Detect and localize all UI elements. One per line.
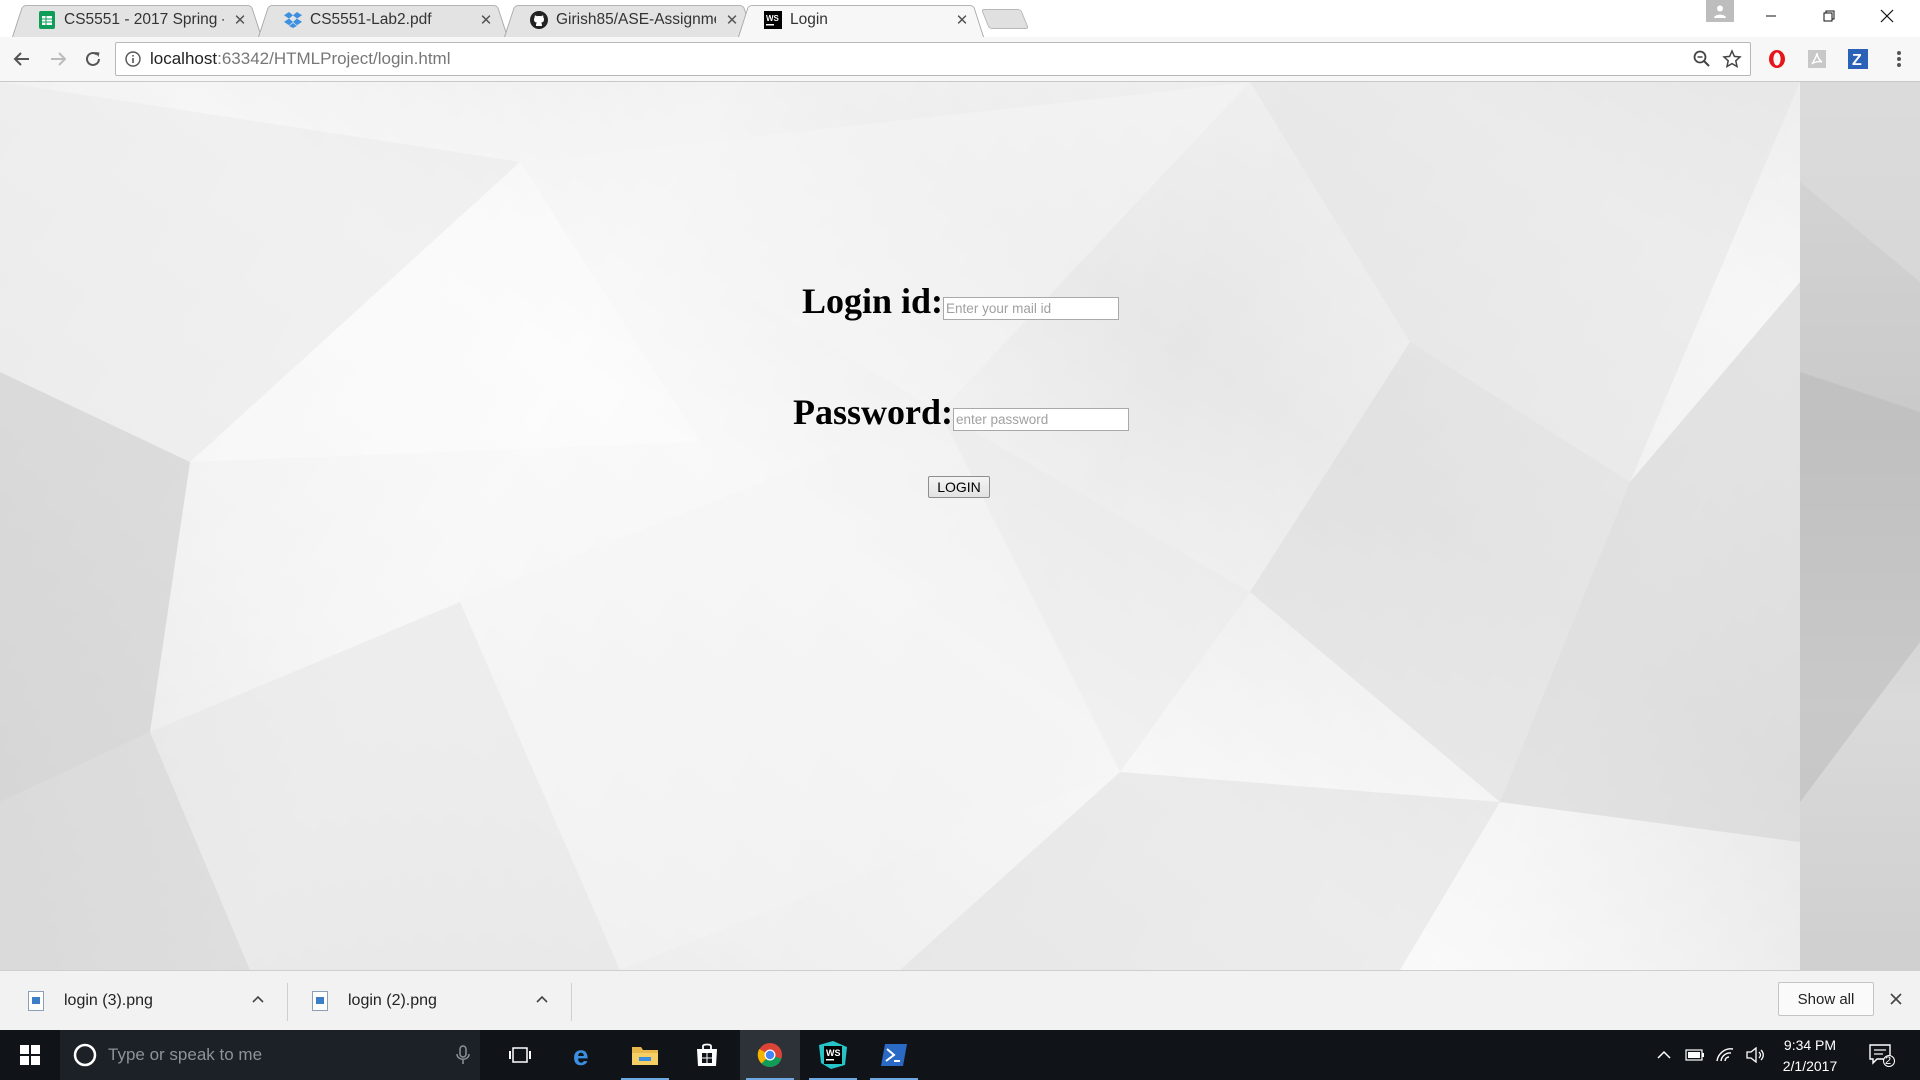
sheets-icon (38, 10, 56, 29)
chevron-up-icon[interactable] (534, 991, 550, 1007)
svg-text:WS: WS (766, 14, 780, 23)
close-window-icon[interactable] (1858, 0, 1916, 32)
password-row: Password: (793, 391, 1129, 433)
tab-github[interactable]: Girish85/ASE-Assignmen ✕ (504, 2, 754, 38)
tab-dropbox[interactable]: CS5551-Lab2.pdf ✕ (258, 2, 508, 38)
search-placeholder: Type or speak to me (108, 1045, 263, 1064)
file-explorer-icon[interactable] (615, 1030, 675, 1080)
powershell-icon[interactable] (864, 1030, 924, 1080)
shelf-divider (571, 983, 572, 1021)
edge-browser-icon[interactable]: e (554, 1030, 614, 1080)
profile-icon[interactable] (1706, 0, 1734, 22)
menu-kebab-icon[interactable] (1888, 48, 1910, 70)
polygon-background (0, 82, 1800, 970)
cortana-search-box[interactable]: Type or speak to me (60, 1030, 480, 1080)
svg-text:WS: WS (826, 1048, 841, 1058)
svg-text:Z: Z (1852, 52, 1862, 69)
close-tab-icon[interactable]: ✕ (724, 12, 740, 29)
github-icon (530, 10, 548, 29)
new-tab-button[interactable] (980, 9, 1030, 29)
login-id-row: Login id: (802, 280, 1120, 322)
download-filename: login (2).png (348, 992, 437, 1009)
tab-title: Login (790, 10, 828, 28)
reload-icon[interactable] (79, 45, 107, 73)
system-clock[interactable]: 9:34 PM 2/1/2017 (1765, 1035, 1855, 1077)
webstorm-icon: WS (764, 10, 782, 29)
windows-start-icon[interactable] (0, 1030, 60, 1080)
page-viewport: Login id: Password: LOGIN (0, 82, 1920, 970)
browser-toolbar: localhost:63342/HTMLProject/login.html Z (0, 37, 1920, 82)
login-id-input[interactable] (943, 297, 1120, 320)
url-host: localhost (150, 49, 218, 68)
info-icon[interactable] (116, 51, 150, 67)
windows-taskbar: Type or speak to me e WS 9:34 PM 2/1/201… (0, 1030, 1920, 1080)
minimize-icon[interactable] (1742, 0, 1800, 32)
clock-date: 2/1/2017 (1782, 1058, 1838, 1074)
chrome-taskbar-icon[interactable] (740, 1030, 800, 1080)
tab-title: CS5551 - 2017 Spring - G (64, 10, 224, 28)
notification-count: 2 (1885, 1055, 1892, 1067)
webstorm-taskbar-icon[interactable]: WS (803, 1030, 863, 1080)
url-text[interactable]: localhost:63342/HTMLProject/login.html (150, 49, 451, 69)
microphone-icon[interactable] (456, 1045, 470, 1070)
close-tab-icon[interactable]: ✕ (478, 12, 494, 29)
address-bar[interactable]: localhost:63342/HTMLProject/login.html (115, 42, 1751, 76)
back-arrow-icon[interactable] (8, 45, 36, 73)
tab-strip: CS5551 - 2017 Spring - G ✕ CS5551-Lab2.p… (0, 0, 1920, 38)
wifi-icon[interactable] (1712, 1030, 1738, 1080)
image-file-icon (312, 991, 328, 1011)
cortana-circle-icon (72, 1042, 98, 1068)
acrobat-icon[interactable] (1806, 48, 1828, 70)
download-item[interactable]: login (2).png (312, 971, 552, 1031)
show-hidden-icons-chevron[interactable] (1652, 1030, 1676, 1080)
task-view-icon[interactable] (490, 1030, 550, 1080)
password-label: Password: (793, 392, 953, 432)
page-right-edge (1800, 82, 1920, 970)
login-id-label: Login id: (802, 281, 944, 321)
bookmark-star-icon[interactable] (1722, 49, 1742, 74)
image-file-icon (28, 991, 44, 1011)
svg-text:e: e (573, 1042, 589, 1068)
forward-arrow-icon[interactable] (44, 45, 72, 73)
zotero-icon[interactable]: Z (1847, 48, 1869, 70)
login-button[interactable]: LOGIN (928, 476, 990, 498)
password-input[interactable] (953, 408, 1129, 431)
url-path: :63342/HTMLProject/login.html (217, 49, 451, 68)
download-filename: login (3).png (64, 992, 153, 1009)
close-shelf-icon[interactable] (1886, 989, 1906, 1009)
action-center-icon[interactable]: 2 (1862, 1030, 1902, 1080)
close-tab-icon[interactable]: ✕ (232, 12, 248, 29)
store-icon[interactable] (677, 1030, 737, 1080)
opera-icon[interactable] (1766, 48, 1788, 70)
shelf-divider (287, 983, 288, 1021)
show-all-button[interactable]: Show all (1778, 982, 1874, 1016)
tab-sheets[interactable]: CS5551 - 2017 Spring - G ✕ (12, 2, 262, 38)
download-shelf: login (3).png login (2).png Show all (0, 970, 1920, 1030)
chevron-up-icon[interactable] (250, 991, 266, 1007)
clock-time: 9:34 PM (1783, 1037, 1837, 1053)
restore-icon[interactable] (1800, 0, 1858, 32)
tab-title: CS5551-Lab2.pdf (310, 10, 432, 28)
tab-title: Girish85/ASE-Assignmen (556, 10, 716, 28)
zoom-icon[interactable] (1692, 49, 1712, 74)
download-item[interactable]: login (3).png (28, 971, 268, 1031)
tab-login[interactable]: WS Login ✕ (738, 2, 984, 38)
close-tab-icon[interactable]: ✕ (954, 12, 970, 29)
battery-icon[interactable] (1682, 1030, 1708, 1080)
dropbox-icon (284, 11, 302, 29)
